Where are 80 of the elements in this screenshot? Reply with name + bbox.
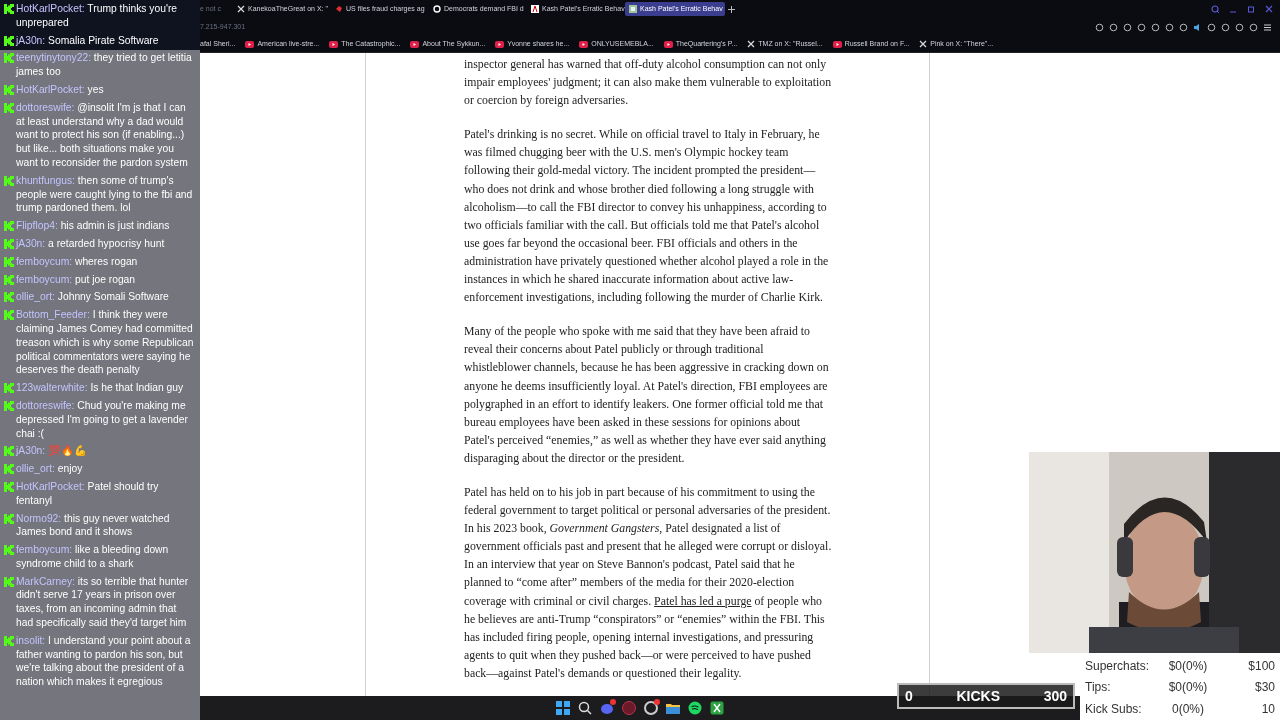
chat-message: jA30n: a retarded hypocrisy hunt — [16, 236, 166, 251]
windows-icon[interactable] — [555, 700, 571, 716]
kick-badge-icon — [4, 513, 14, 524]
goal-label: Superchats: — [1085, 657, 1151, 675]
kick-badge-icon — [4, 256, 14, 267]
kicks-label: KICKS — [956, 686, 1000, 706]
kick-badge-icon — [4, 576, 14, 587]
chat-message: Normo92: this guy never watched James bond and it shows — [16, 511, 171, 540]
kick-badge-icon — [4, 102, 14, 113]
chat-message: jA30n: 💯🔥💪 — [16, 444, 89, 459]
spotify-icon[interactable] — [687, 700, 703, 716]
restore-icon[interactable] — [1247, 4, 1256, 14]
play-icon — [579, 40, 589, 48]
x-mark-icon — [237, 5, 245, 13]
kick-badge-icon — [4, 310, 14, 321]
kick-badge-icon — [4, 481, 14, 492]
article-paragraph: Patel's drinking is no secret. While on official travel to Italy in February, he was filmed chugging beer with the U.S. men's Olympic hockey team following their gold-medal victory. The incident prompted the president—who does not drink and whose brother died following a long struggle with alcoholism—to call the FBI director to convey his unhappiness, according to two officials familiar with the call. But officials told me that Patel's alcohol use goes far beyond the occasional beer. FBI officials and others in the administration have privately questioned whether alcohol played a role in the instances in which he shared inaccurate information about active law-enforcement investigations, including following the murder of Charlie Kirk. — [464, 126, 830, 307]
article-link[interactable]: Patel has led a purge — [654, 593, 752, 608]
chat-message: khuntfungus: then some of trump's people were caught lying to the fbi and trump pardoned them. lol — [16, 173, 194, 216]
chat-message: Bottom_Feeder: I think they were claiming James Comey had committed treason which is why some Republican political commentators were saying he deserves the death penalty — [16, 308, 195, 378]
chat-message: teenytinytony22: they tried to get letitia james too — [16, 51, 193, 79]
kick-badge-icon — [4, 4, 14, 14]
play-icon — [329, 40, 339, 48]
kick-badge-icon — [4, 635, 14, 646]
play-icon — [495, 40, 505, 48]
goal-amount: $0(0%) — [1167, 679, 1209, 697]
goal-amount: 0(0%) — [1171, 701, 1205, 719]
kick-badge-icon — [4, 53, 14, 64]
chat-message: ollie_ort: Johnny Somali Software — [16, 290, 170, 305]
kicks-end: 300 — [1043, 686, 1067, 706]
goal-target: $100 — [1247, 657, 1275, 675]
chat-message: ollie_ort: enjoy — [16, 462, 84, 476]
goal-label: Tips: — [1085, 679, 1112, 697]
x-mark-icon — [747, 40, 756, 48]
kick-badge-icon — [4, 35, 14, 46]
close-icon[interactable] — [1265, 4, 1274, 14]
chat-message: 123walterwhite: Is he that Indian guy — [16, 381, 185, 395]
article-paragraph: Many of the people who spoke with me said that they have been afraid to reveal their concerns about Patel publicly or through traditional whistleblower channels, because he has been aggressive in cracking down on anyone he deems insufficiently loyal. At Patel's direction, FBI employees are polygraphed in an effort to identify leakers. One former official told me that bureau employees have been asked in these sessions for opinions about Patel's perceived “enemies,” as well as whether they have ever said anything disparaging about the director or the president. — [464, 323, 830, 467]
kicks-start: 0 — [905, 686, 913, 706]
chat-message: insolit: I understand your point about a father wanting to pardon his son, but we're talking about the president of a nation which makes it egregious — [16, 633, 192, 690]
chat-message: jA30n: Somalia Pirate Software — [16, 33, 160, 48]
xbox-icon[interactable] — [709, 700, 725, 716]
article-paragraph: inspector general has warned that off-duty alcohol consumption can not only impair employees' judgment; it can also make them vulnerable to exploitation or coercion by foreign adversaries. — [464, 56, 832, 110]
goal-target: $30 — [1253, 679, 1275, 697]
kick-badge-icon — [4, 400, 14, 411]
play-icon — [410, 40, 420, 48]
play-icon — [245, 40, 255, 48]
kick-badge-icon — [4, 545, 14, 556]
play-icon — [663, 40, 673, 48]
chat-message: MarkCarney: its so terrible that hunter didn't serve 17 years in prison over taxes, from an incoming admin that had specifically said they'd target him — [16, 574, 190, 630]
chat-message: HotKarlPocket: Patel should try fentanyl — [16, 479, 160, 508]
kick-badge-icon — [4, 292, 14, 303]
goal-label: Kick Subs: — [1085, 701, 1143, 719]
chat-message: dottoreswife: Chud you're making me depressed I'm going to get a lavender chai :( — [16, 398, 189, 441]
chat-message: femboycum: wheres rogan — [16, 254, 139, 269]
kick-badge-icon — [4, 238, 14, 249]
new-tab-icon[interactable] — [728, 5, 735, 13]
article-paragraph: Patel has held on to his job in part because of his commitment to using the federal government to target political or personal adversaries of the president. In his 2023 book, Government Gangsters, Patel designated a list of government officials past and present that he alleged were corrupt or disloyal. In an interview that year on Steve Bannon's podcast, Patel said that he planned to “come after” members of the media for their 2020-election coverage with criminal or civil charges. Patel has led a purge of people who he believes are anti-Trump “conspirators” or “enemies” within the FBI. This has included firing people, opening internal investigations, and pressuring agents to quit when they pushed back—or were perceived to have pushed back—against Patel's demands or questioned their legality. — [464, 483, 832, 682]
chat-message: femboycum: like a bleeding down syndrome child to a shark — [16, 543, 170, 571]
kick-badge-icon — [4, 446, 14, 457]
goal-target: 10 — [1260, 701, 1275, 719]
x-mark-icon — [919, 40, 928, 48]
search-icon[interactable] — [577, 700, 593, 716]
play-icon — [832, 40, 842, 48]
chat-message: HotKarlPocket: yes — [16, 83, 105, 97]
speaker-icon[interactable] — [1193, 22, 1202, 32]
goal-amount: $0(0%) — [1167, 657, 1209, 675]
menu-icon[interactable] — [1263, 22, 1272, 32]
kick-badge-icon — [4, 464, 14, 475]
chat-message: dottoreswife: @insolit I'm js that I can at least understand why a dad would want to protect his son (if enabling...) but like... both situations make you want to reconsider the pardon system — [16, 100, 189, 170]
kick-badge-icon — [4, 221, 14, 232]
kick-badge-icon — [4, 85, 14, 95]
page-icon — [629, 5, 637, 13]
kick-badge-icon — [4, 383, 14, 394]
kick-badge-icon — [4, 274, 14, 285]
chat-message: HotKarlPocket: Trump thinks you're unprepared — [16, 2, 179, 30]
chat-message: Flipflop4: his admin is just indians — [16, 219, 171, 233]
chat-message: femboycum: put joe rogan — [16, 272, 137, 287]
kick-badge-icon — [4, 175, 14, 186]
letter-a-icon — [531, 5, 539, 13]
